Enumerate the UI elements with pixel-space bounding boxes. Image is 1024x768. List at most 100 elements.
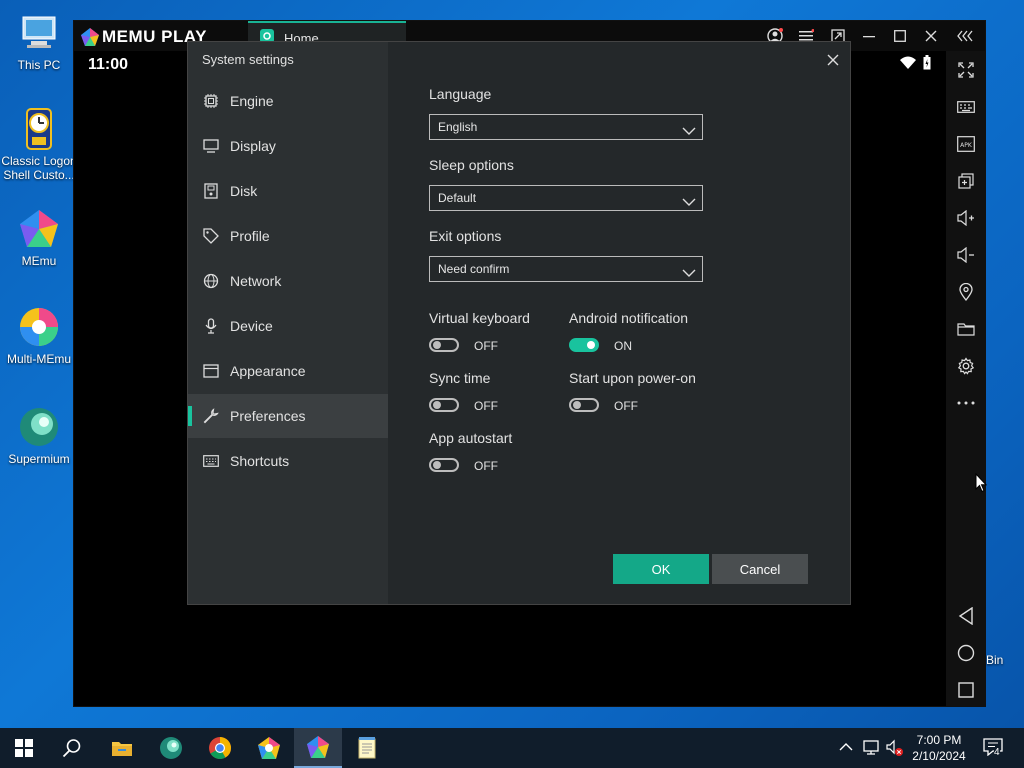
language-select[interactable]: English (429, 114, 703, 140)
sleep-options-value: Default (438, 191, 477, 205)
android-notification-toggle[interactable] (569, 338, 599, 352)
volume-down-button[interactable] (946, 240, 985, 270)
system-clock[interactable]: 7:00 PM 2/10/2024 (908, 732, 970, 764)
fullscreen-button[interactable] (946, 55, 985, 85)
recycle-bin-label: Bin (986, 653, 1004, 667)
taskbar-chrome[interactable] (196, 728, 244, 768)
chevron-down-icon (682, 120, 696, 144)
nav-item-preferences[interactable]: Preferences (188, 394, 388, 438)
ok-button[interactable]: OK (613, 554, 709, 584)
supermium-logo-icon (16, 404, 62, 450)
nav-item-profile[interactable]: Profile (188, 214, 388, 258)
minimize-button[interactable] (854, 21, 884, 51)
location-button[interactable] (946, 277, 985, 307)
app-autostart-toggle[interactable] (429, 458, 459, 472)
collapse-icon (957, 30, 973, 42)
dialog-close-button[interactable] (819, 46, 847, 74)
desktop-icon-memu[interactable]: MEmu (0, 206, 78, 268)
desktop-icon-classic-logon[interactable]: Classic Logon Shell Custo... (0, 106, 78, 182)
taskbar-notepad[interactable] (343, 728, 391, 768)
virtual-keyboard-label: Virtual keyboard (429, 310, 530, 326)
tag-icon (202, 227, 220, 245)
multi-window-button[interactable] (946, 166, 985, 196)
memu-logo-icon (307, 736, 329, 758)
battery-icon (923, 55, 931, 73)
android-notification-label: Android notification (569, 310, 689, 326)
nav-item-display[interactable]: Display (188, 124, 388, 168)
desktop-icon-supermium[interactable]: Supermium (0, 404, 78, 466)
search-button[interactable] (48, 728, 96, 768)
virtual-keyboard-toggle[interactable] (429, 338, 459, 352)
apk-button[interactable]: APK (946, 129, 985, 159)
keyboard-icon (202, 452, 220, 470)
chevron-up-icon[interactable] (839, 740, 853, 755)
maximize-button[interactable] (885, 21, 915, 51)
wrench-icon (202, 407, 220, 425)
sleep-options-select[interactable]: Default (429, 185, 703, 211)
nav-item-device[interactable]: Device (188, 304, 388, 348)
desktop-icon-multi-memu[interactable]: Multi-MEmu (0, 304, 78, 366)
app-autostart-state: OFF (474, 459, 498, 473)
settings-button[interactable] (946, 351, 985, 381)
sync-time-toggle[interactable] (429, 398, 459, 412)
notification-center-icon[interactable] (983, 738, 1003, 759)
volume-down-icon (956, 247, 974, 263)
toggle-knob (573, 401, 581, 409)
recents-icon (957, 682, 974, 698)
nav-item-network[interactable]: Network (188, 259, 388, 303)
android-recents-button[interactable] (946, 675, 985, 705)
globe-icon (202, 272, 220, 290)
nav-label: Device (230, 318, 273, 334)
android-notification-state: ON (614, 339, 632, 353)
volume-up-icon (956, 210, 974, 226)
start-upon-power-on-toggle[interactable] (569, 398, 599, 412)
nav-item-engine[interactable]: Engine (188, 79, 388, 123)
taskbar-file-explorer[interactable] (98, 728, 146, 768)
network-icon[interactable] (862, 740, 880, 759)
cancel-button[interactable]: Cancel (712, 554, 808, 584)
virtual-keyboard-state: OFF (474, 339, 498, 353)
volume-up-button[interactable] (946, 203, 985, 233)
monitor-icon (202, 137, 220, 155)
exit-options-value: Need confirm (438, 262, 510, 276)
desktop-icon-label: Supermium (8, 452, 70, 466)
more-button[interactable] (946, 388, 985, 418)
emulator-right-toolbar: APK (946, 51, 985, 706)
volume-muted-icon[interactable] (886, 739, 904, 760)
nav-label: Profile (230, 228, 270, 244)
back-icon (958, 607, 973, 625)
folder-icon (956, 323, 975, 336)
taskbar-multi-memu[interactable] (245, 728, 293, 768)
desktop-icon-label: This PC (17, 58, 61, 72)
multi-memu-logo-icon (258, 737, 280, 759)
location-icon (958, 283, 973, 301)
folder-button[interactable] (946, 314, 985, 344)
exit-options-select[interactable]: Need confirm (429, 256, 703, 282)
nav-item-shortcuts[interactable]: Shortcuts (188, 439, 388, 483)
nav-item-disk[interactable]: Disk (188, 169, 388, 213)
keyboard-button[interactable] (946, 92, 985, 122)
android-status-time: 11:00 (88, 56, 129, 73)
close-window-button[interactable] (916, 21, 946, 51)
toggle-knob (587, 341, 595, 349)
fullscreen-icon (957, 62, 974, 78)
start-button[interactable] (0, 728, 48, 768)
more-icon (957, 401, 974, 405)
desktop-icon-this-pc[interactable]: This PC (0, 10, 78, 72)
clock-time: 7:00 PM (916, 733, 962, 747)
desktop-icon-label: Classic Logon Shell Custo... (1, 154, 77, 182)
search-icon (62, 739, 81, 758)
nav-item-appearance[interactable]: Appearance (188, 349, 388, 393)
exit-options-label: Exit options (429, 228, 502, 244)
collapse-sidebar-button[interactable] (950, 21, 980, 51)
taskbar-memu[interactable] (294, 728, 342, 768)
android-back-button[interactable] (946, 601, 985, 631)
clock-shield-icon (16, 106, 62, 152)
android-home-button[interactable] (946, 638, 985, 668)
start-upon-power-on-label: Start upon power-on (569, 370, 696, 386)
language-label: Language (429, 86, 492, 102)
resize-icon (831, 29, 845, 43)
toggle-knob (433, 401, 441, 409)
taskbar-supermium[interactable] (147, 728, 195, 768)
chip-icon (202, 92, 220, 110)
